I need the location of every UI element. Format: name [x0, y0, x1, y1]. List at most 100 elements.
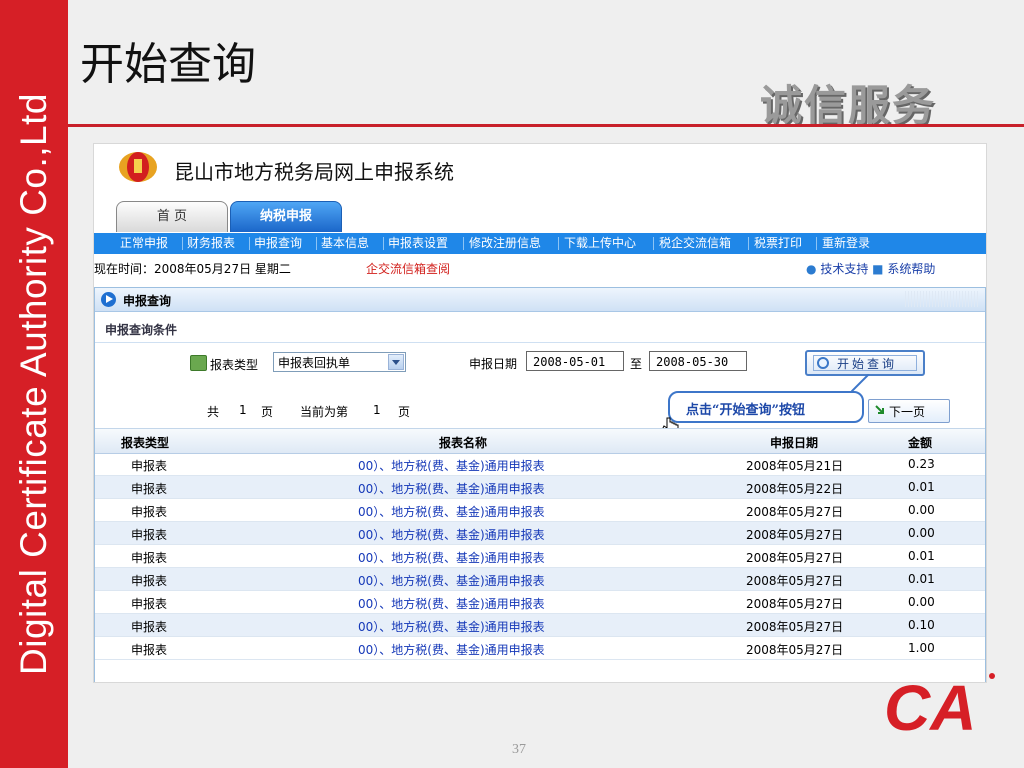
- help-links: ● 技术支持 ■ 系统帮助: [806, 260, 935, 277]
- cell-name-link[interactable]: 00）、地方税(费、基金)通用申报表: [358, 503, 545, 520]
- start-query-button[interactable]: 开始查询: [805, 350, 925, 376]
- table-row: 申报表 00）、地方税(费、基金)通用申报表 2008年05月21日 0.23: [95, 453, 985, 476]
- ca-logo-text: CA: [884, 672, 976, 738]
- date-label: 申报日期: [469, 357, 518, 371]
- search-icon: [817, 357, 829, 369]
- form-edit-icon: [190, 355, 207, 371]
- nav-relogin[interactable]: 重新登录: [822, 233, 870, 254]
- cell-amount: 0.23: [908, 457, 935, 471]
- current-label: 当前为第: [300, 405, 349, 419]
- table-row: 申报表 00）、地方税(费、基金)通用申报表 2008年05月27日 1.00: [95, 637, 985, 660]
- panel-header: 申报查询: [95, 288, 985, 312]
- tech-support-link[interactable]: 技术支持: [820, 262, 868, 276]
- nav-divider: [249, 237, 250, 250]
- nav-download-center[interactable]: 下载上传中心: [564, 233, 636, 254]
- cell-name-link[interactable]: 00）、地方税(费、基金)通用申报表: [358, 618, 545, 635]
- nav-form-settings[interactable]: 申报表设置: [388, 233, 448, 254]
- date-from-input[interactable]: 2008-05-01: [526, 351, 624, 371]
- current-time: 现在时间：2008年05月27日 星期二: [94, 262, 291, 276]
- cell-amount: 0.01: [908, 480, 935, 494]
- query-panel: 申报查询 申报查询条件 报表类型 申报表回执单 申报日期 2008-05-01 …: [94, 287, 986, 682]
- report-type-label: 报表类型: [210, 358, 259, 372]
- nav-divider: [463, 237, 464, 250]
- cell-name-link[interactable]: 00）、地方税(费、基金)通用申报表: [358, 572, 545, 589]
- cell-name-link[interactable]: 00）、地方税(费、基金)通用申报表: [358, 526, 545, 543]
- cell-type: 申报表: [131, 620, 168, 634]
- help-icon: ■: [872, 262, 884, 276]
- nav-divider: [316, 237, 317, 250]
- brand-sidebar: Digital Certificate Authority Co.,Ltd: [0, 0, 68, 768]
- nav-divider: [816, 237, 817, 250]
- cell-date: 2008年05月22日: [746, 482, 844, 496]
- tab-tax-declaration[interactable]: 纳税申报: [230, 201, 342, 232]
- cell-name-link[interactable]: 00）、地方税(费、基金)通用申报表: [358, 549, 545, 566]
- date-to-input[interactable]: 2008-05-30: [649, 351, 747, 371]
- table-row: 申报表 00）、地方税(费、基金)通用申报表 2008年05月27日 0.01: [95, 545, 985, 568]
- cell-name-link[interactable]: 00）、地方税(费、基金)通用申报表: [358, 480, 545, 497]
- cell-type: 申报表: [131, 597, 168, 611]
- nav-normal-declaration[interactable]: 正常申报: [120, 233, 168, 254]
- mailbox-link[interactable]: 企交流信箱查阅: [366, 260, 450, 277]
- header-declare-date: 申报日期: [770, 436, 819, 450]
- nav-divider: [653, 237, 654, 250]
- nav-edit-registration[interactable]: 修改注册信息: [469, 233, 541, 254]
- panel-title: 申报查询: [123, 294, 172, 308]
- report-type-select[interactable]: 申报表回执单: [273, 352, 406, 372]
- cell-type: 申报表: [131, 551, 168, 565]
- cell-amount: 0.00: [908, 526, 935, 540]
- section-label: 申报查询条件: [105, 323, 178, 337]
- app-screenshot: 昆山市地方税务局网上申报系统 首 页 纳税申报 正常申报 财务报表 申报查询 基…: [93, 143, 987, 683]
- start-query-label: 开始查询: [837, 357, 898, 371]
- report-type-value: 申报表回执单: [278, 356, 351, 370]
- tab-home[interactable]: 首 页: [116, 201, 228, 232]
- tax-emblem-icon: [119, 152, 157, 182]
- nav-divider: [748, 237, 749, 250]
- cell-amount: 0.01: [908, 549, 935, 563]
- section-divider: [95, 342, 985, 343]
- next-page-label: 下一页: [889, 405, 926, 419]
- cell-type: 申报表: [131, 643, 168, 657]
- table-header: 报表类型 报表名称 申报日期 金额: [95, 428, 985, 454]
- cell-type: 申报表: [131, 459, 168, 473]
- nav-financial-reports[interactable]: 财务报表: [187, 233, 235, 254]
- cell-date: 2008年05月27日: [746, 643, 844, 657]
- cell-amount: 0.00: [908, 595, 935, 609]
- info-bar: 现在时间：2008年05月27日 星期二 企交流信箱查阅 ● 技术支持 ■ 系统…: [94, 254, 986, 280]
- table-row: 申报表 00）、地方税(费、基金)通用申报表 2008年05月27日 0.00: [95, 591, 985, 614]
- next-page-button[interactable]: 下一页: [868, 399, 950, 423]
- chevron-down-icon[interactable]: [388, 354, 404, 370]
- cell-type: 申报表: [131, 482, 168, 496]
- instruction-callout: 点击“开始查询”按钮: [668, 391, 864, 423]
- table-row: 申报表 00）、地方税(费、基金)通用申报表 2008年05月27日 0.00: [95, 522, 985, 545]
- nav-mailbox[interactable]: 税企交流信箱: [659, 233, 731, 254]
- cell-name-link[interactable]: 00）、地方税(费、基金)通用申报表: [358, 595, 545, 612]
- main-nav: 正常申报 财务报表 申报查询 基本信息 申报表设置 修改注册信息 下载上传中心 …: [94, 233, 986, 254]
- nav-declaration-query[interactable]: 申报查询: [254, 233, 302, 254]
- tech-support-icon: ●: [806, 262, 817, 276]
- ca-logo: CA: [884, 672, 995, 738]
- cell-date: 2008年05月27日: [746, 574, 844, 588]
- current-unit: 页: [398, 405, 411, 419]
- slide-title: 开始查询: [80, 39, 256, 90]
- nav-divider: [558, 237, 559, 250]
- total-unit: 页: [261, 405, 274, 419]
- callout-text: 点击“开始查询”按钮: [686, 403, 805, 418]
- table-row: 申报表 00）、地方税(费、基金)通用申报表 2008年05月27日 0.00: [95, 499, 985, 522]
- nav-basic-info[interactable]: 基本信息: [321, 233, 369, 254]
- system-help-link[interactable]: 系统帮助: [887, 262, 935, 276]
- table-row: 申报表 00）、地方税(费、基金)通用申报表 2008年05月27日 0.01: [95, 568, 985, 591]
- cell-amount: 0.00: [908, 503, 935, 517]
- cell-date: 2008年05月27日: [746, 620, 844, 634]
- title-divider: [68, 124, 1024, 127]
- table-row: 申报表 00）、地方税(费、基金)通用申报表 2008年05月27日 0.10: [95, 614, 985, 637]
- app-header: 昆山市地方税务局网上申报系统: [94, 144, 986, 204]
- cell-name-link[interactable]: 00）、地方税(费、基金)通用申报表: [358, 457, 545, 474]
- nav-tax-print[interactable]: 税票打印: [754, 233, 802, 254]
- cell-date: 2008年05月27日: [746, 551, 844, 565]
- arrow-down-right-icon: [875, 405, 884, 414]
- cell-date: 2008年05月27日: [746, 528, 844, 542]
- cell-name-link[interactable]: 00）、地方税(费、基金)通用申报表: [358, 641, 545, 658]
- sidebar-company-name: Digital Certificate Authority Co.,Ltd: [13, 93, 54, 675]
- cell-amount: 0.10: [908, 618, 935, 632]
- table-row: 申报表 00）、地方税(费、基金)通用申报表 2008年05月22日 0.01: [95, 476, 985, 499]
